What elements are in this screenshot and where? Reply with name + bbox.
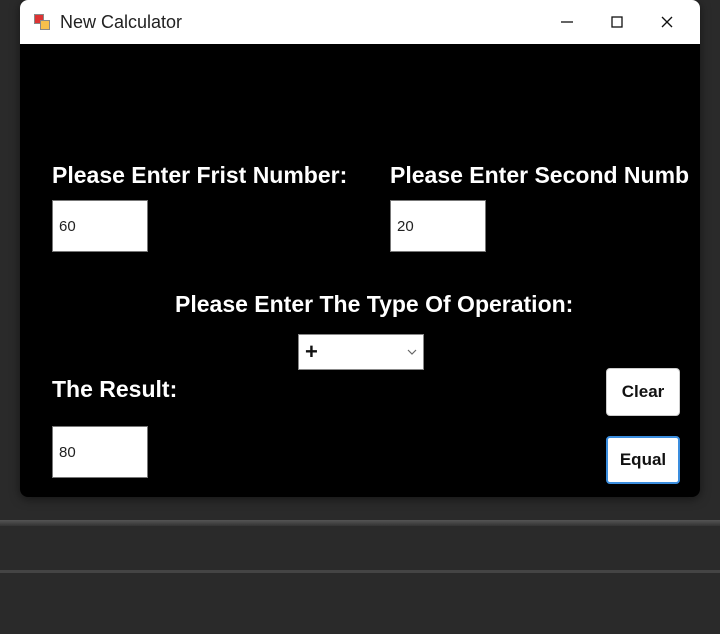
app-icon xyxy=(34,14,50,30)
chevron-down-icon xyxy=(401,335,423,369)
clear-button[interactable]: Clear xyxy=(606,368,680,416)
close-button[interactable] xyxy=(642,0,692,44)
operation-combobox[interactable]: + xyxy=(298,334,424,370)
equal-button[interactable]: Equal xyxy=(606,436,680,484)
decorative-divider xyxy=(0,520,720,526)
first-number-label: Please Enter Frist Number: xyxy=(52,162,347,189)
operation-selected-value: + xyxy=(299,339,401,365)
result-label: The Result: xyxy=(52,376,177,403)
application-window: New Calculator Please Enter Frist Number… xyxy=(20,0,700,497)
first-number-input[interactable] xyxy=(52,200,148,252)
minimize-button[interactable] xyxy=(542,0,592,44)
titlebar: New Calculator xyxy=(20,0,700,44)
decorative-divider xyxy=(0,570,720,573)
window-controls xyxy=(542,0,692,44)
close-icon xyxy=(660,15,674,29)
second-number-label: Please Enter Second Numb xyxy=(390,162,689,189)
maximize-icon xyxy=(610,15,624,29)
second-number-input[interactable] xyxy=(390,200,486,252)
client-area: Please Enter Frist Number: Please Enter … xyxy=(20,44,700,497)
result-output[interactable] xyxy=(52,426,148,478)
maximize-button[interactable] xyxy=(592,0,642,44)
window-title: New Calculator xyxy=(60,12,542,33)
operation-label: Please Enter The Type Of Operation: xyxy=(175,291,573,318)
minimize-icon xyxy=(560,15,574,29)
